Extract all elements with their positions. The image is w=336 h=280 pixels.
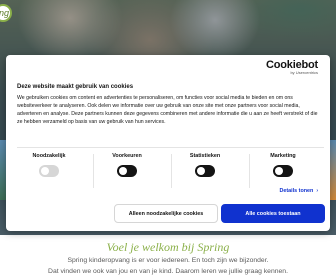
toggle-preferences: Voorkeuren bbox=[95, 153, 175, 189]
cookiebot-logo[interactable]: Cookiebot by Usercentrics bbox=[266, 59, 318, 75]
toggle-marketing-label: Marketing bbox=[270, 153, 296, 159]
welcome-heading: Voel je welkom bij Spring bbox=[106, 240, 230, 254]
toggle-statistics-label: Statistieken bbox=[189, 153, 221, 159]
toggle-divider bbox=[171, 154, 172, 188]
toggle-necessary-switch[interactable] bbox=[39, 165, 59, 177]
toggle-divider bbox=[93, 154, 94, 188]
dialog-title: Deze website maakt gebruik van cookies bbox=[17, 84, 134, 90]
toggle-statistics-switch[interactable] bbox=[195, 165, 215, 177]
show-details-link[interactable]: Details tonen › bbox=[279, 188, 318, 194]
toggle-necessary: Noodzakelijk bbox=[17, 153, 97, 189]
welcome-text-line-2: Dat vinden we ook van jou en van je kind… bbox=[48, 268, 288, 275]
toggle-knob bbox=[197, 167, 205, 175]
toggle-knob bbox=[275, 167, 283, 175]
toggle-marketing-switch[interactable] bbox=[273, 165, 293, 177]
allow-necessary-only-button[interactable]: Alleen noodzakelijke cookies bbox=[114, 204, 218, 223]
toggle-preferences-switch[interactable] bbox=[117, 165, 137, 177]
toggle-knob bbox=[119, 167, 127, 175]
dialog-body-text: We gebruiken cookies om content en adver… bbox=[17, 95, 318, 126]
toggle-marketing: Marketing bbox=[251, 153, 331, 189]
toggle-divider bbox=[249, 154, 250, 188]
chevron-right-icon: › bbox=[316, 188, 318, 194]
toggle-statistics: Statistieken bbox=[173, 153, 253, 189]
allow-all-cookies-button[interactable]: Alle cookies toestaan bbox=[221, 204, 325, 223]
toggle-knob bbox=[41, 167, 49, 175]
consent-toggles: Noodzakelijk Voorkeuren Statistieken Mar… bbox=[17, 147, 324, 193]
cookie-consent-dialog: Cookiebot by Usercentrics Deze website m… bbox=[6, 55, 330, 231]
welcome-text-line-1: Spring kinderopvang is er voor iedereen.… bbox=[67, 257, 269, 264]
toggle-preferences-label: Voorkeuren bbox=[112, 153, 142, 159]
show-details-label: Details tonen bbox=[279, 188, 314, 194]
toggle-necessary-label: Noodzakelijk bbox=[32, 153, 66, 159]
